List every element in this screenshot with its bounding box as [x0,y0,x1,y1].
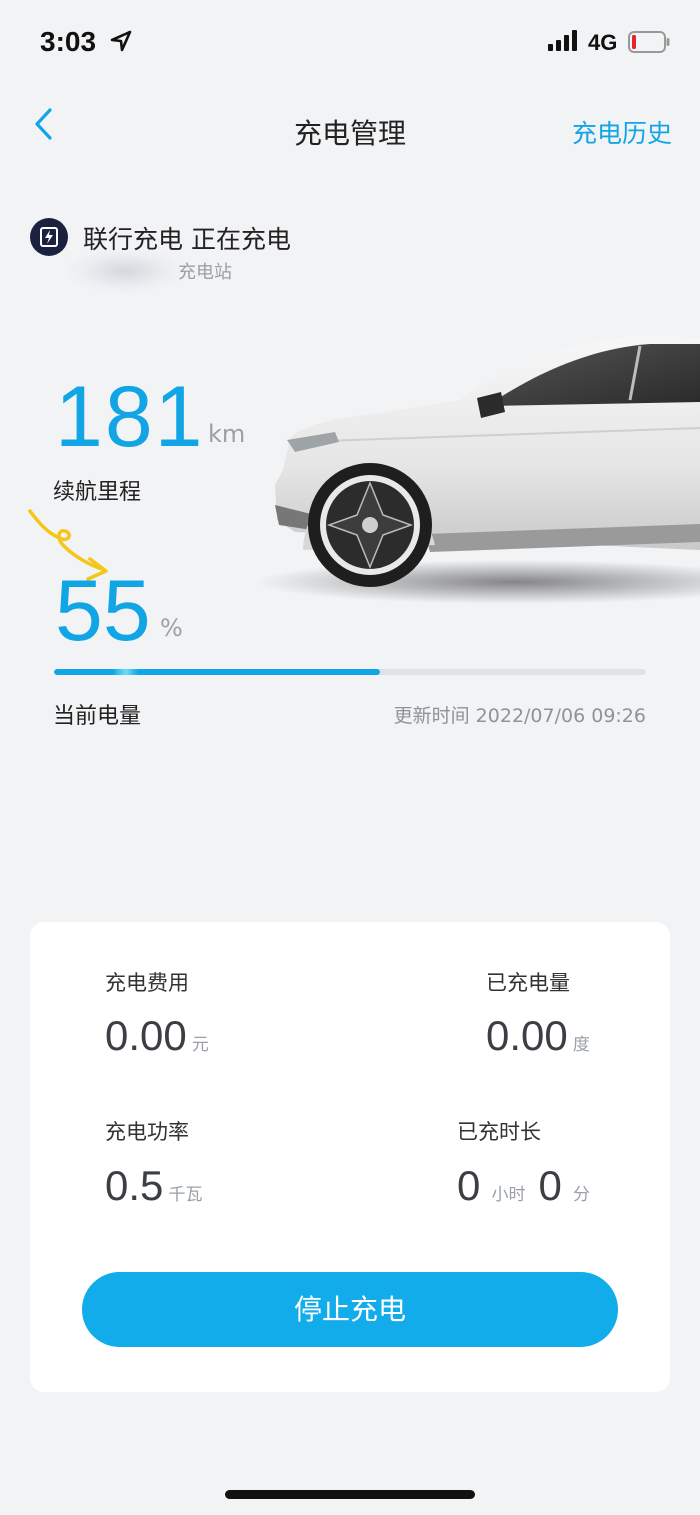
battery-label: 当前电量 [53,704,142,729]
fee-label: 充电费用 [105,971,189,995]
energy-stat: 0.00 度 [486,1012,590,1060]
duration-hours-value: 0 [457,1162,481,1209]
duration-hours-unit: 小时 [491,1185,526,1205]
battery-progress-fill [54,669,380,675]
stop-charging-button[interactable]: 停止充电 [82,1272,618,1347]
duration-minutes-unit: 分 [573,1185,590,1205]
car-image [255,336,700,604]
battery-percent-unit: % [160,614,183,642]
location-arrow-icon [110,30,132,52]
fee-unit: 元 [191,1035,209,1055]
duration-stat: 0 小时 0 分 [457,1162,590,1210]
station-address: 充电站 [178,262,232,283]
redacted-address-blur [70,250,180,292]
battery-progress-bar [54,669,646,675]
duration-minutes-value: 0 [538,1162,562,1209]
fee-value: 0.00 [105,1012,187,1059]
range-label: 续航里程 [53,480,142,505]
power-label: 充电功率 [105,1120,189,1144]
range-unit: km [208,420,246,448]
battery-low-icon [628,31,670,53]
duration-label: 已充时长 [457,1120,541,1144]
power-stat: 0.5 千瓦 [105,1162,202,1210]
battery-percent-value: 55 [55,563,151,659]
charging-station-icon [30,218,68,256]
network-type: 4G [588,30,618,55]
range-value: 181 [55,369,205,465]
status-time: 3:03 [40,26,97,57]
fee-stat: 0.00 元 [105,1012,209,1060]
charging-history-link[interactable]: 充电历史 [572,114,672,150]
power-unit: 千瓦 [168,1185,203,1205]
power-value: 0.5 [105,1162,164,1209]
signal-icon [548,30,577,51]
energy-value: 0.00 [486,1012,568,1059]
energy-label: 已充电量 [486,971,570,995]
energy-unit: 度 [572,1035,590,1055]
home-indicator[interactable] [225,1490,475,1499]
update-time: 更新时间 2022/07/06 09:26 [393,705,646,727]
